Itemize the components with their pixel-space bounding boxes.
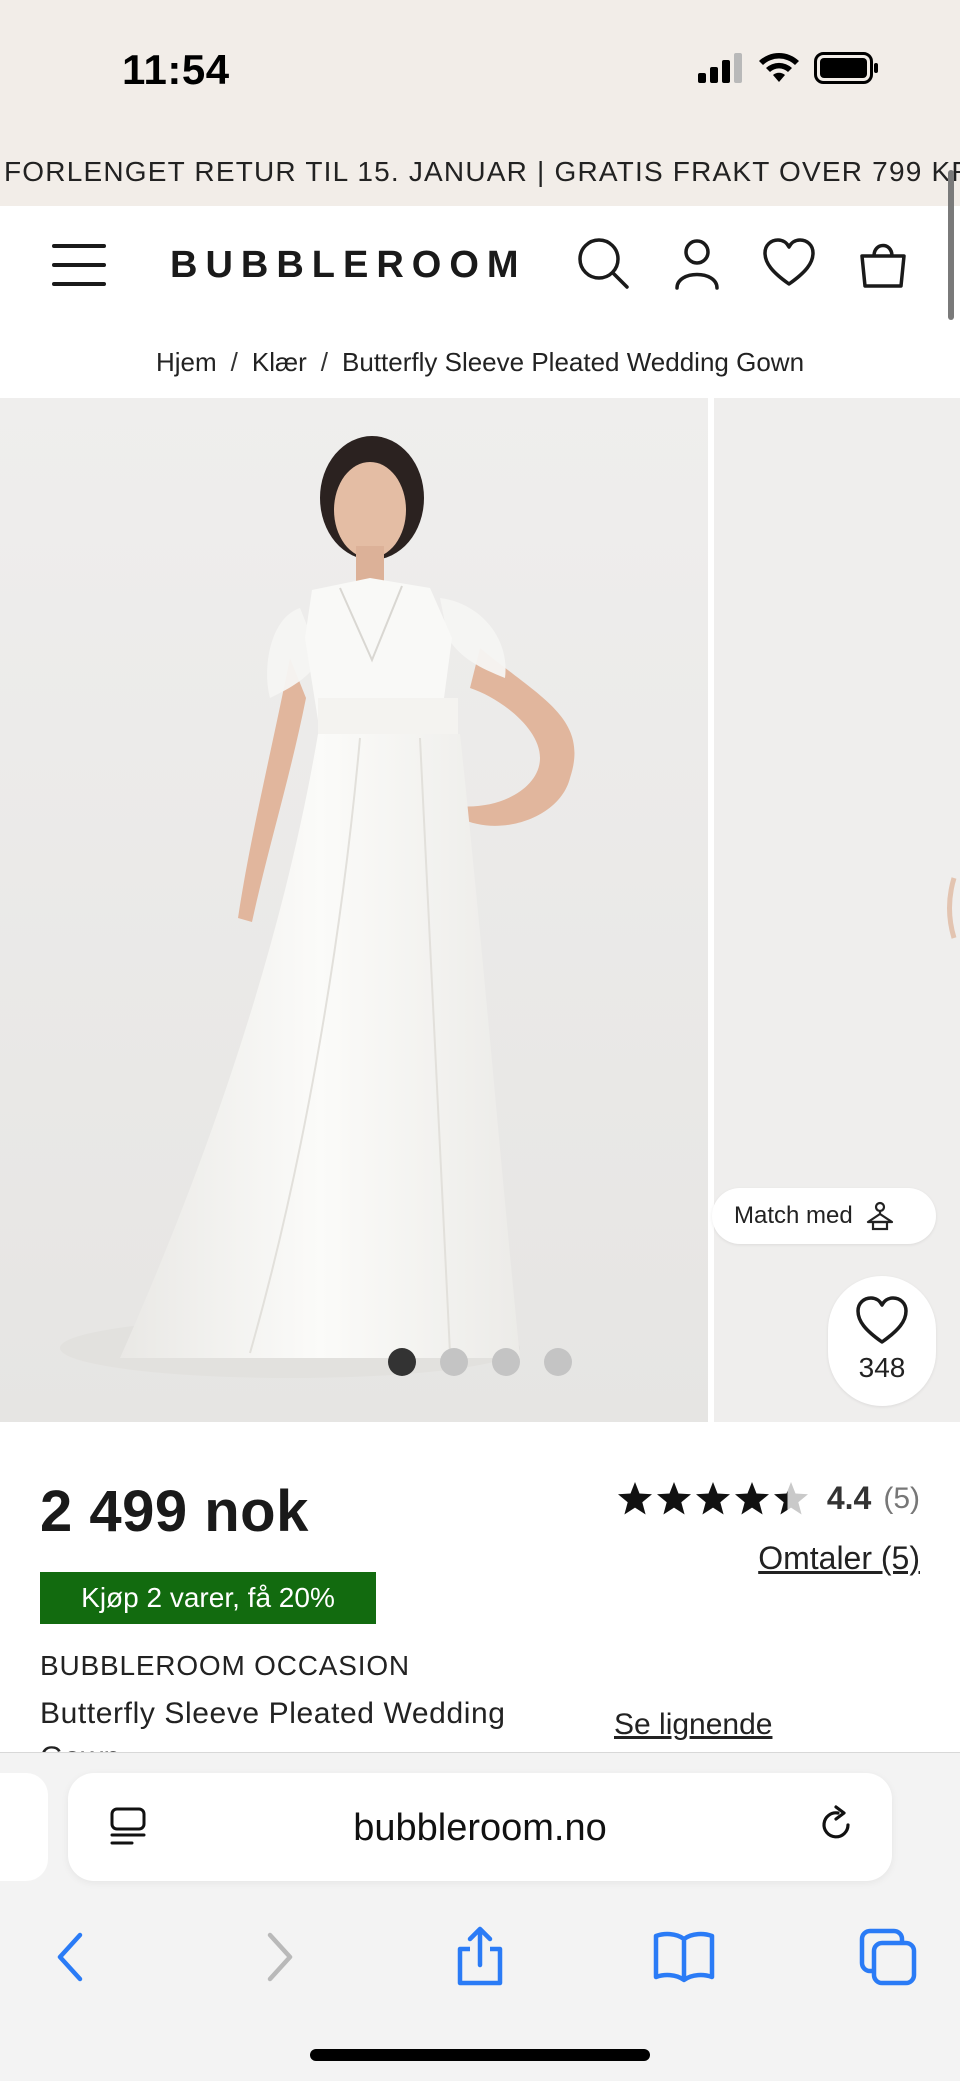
promo-banner-text: FORLENGET RETUR TIL 15. JANUAR | GRATIS … (4, 156, 960, 187)
bookmarks-icon[interactable] (652, 1925, 716, 1989)
tabs-icon[interactable] (856, 1925, 920, 1989)
rating-count: (5) (883, 1481, 920, 1515)
breadcrumb: Hjem / Klær / Butterfly Sleeve Pleated W… (0, 326, 960, 398)
see-similar-link[interactable]: Se lignende (614, 1708, 772, 1742)
product-price: 2 499 nok (40, 1479, 309, 1544)
address-bar[interactable]: bubbleroom.no (68, 1773, 892, 1881)
previous-tab-preview[interactable] (0, 1773, 48, 1881)
browser-toolbar: bubbleroom.no (0, 1752, 960, 2081)
back-icon[interactable] (40, 1925, 104, 1989)
breadcrumb-item-current: Butterfly Sleeve Pleated Wedding Gown (342, 346, 805, 377)
rating-value: 4.4 (826, 1480, 872, 1516)
reload-icon[interactable] (814, 1803, 858, 1847)
status-bar: 11:54 (0, 0, 960, 138)
hanger-icon (866, 1201, 893, 1231)
product-image-next[interactable] (714, 398, 960, 1422)
home-indicator (310, 2049, 650, 2061)
product-brand[interactable]: BUBBLEROOM OCCASION (40, 1650, 410, 1682)
gallery-dot-4[interactable] (544, 1348, 572, 1376)
product-image-gallery[interactable]: Match med 348 (0, 398, 960, 1422)
promo-badge[interactable]: Kjøp 2 varer, få 20% (40, 1572, 376, 1624)
gallery-pagination (388, 1348, 572, 1376)
scroll-indicator (948, 170, 954, 320)
favorite-button[interactable]: 348 (828, 1276, 936, 1406)
gallery-dot-2[interactable] (440, 1348, 468, 1376)
next-image-preview (714, 398, 960, 1422)
forward-icon[interactable] (246, 1925, 310, 1989)
breadcrumb-separator: / (230, 346, 238, 377)
star-rating-icon (617, 1481, 808, 1514)
promo-banner[interactable]: FORLENGET RETUR TIL 15. JANUAR | GRATIS … (0, 138, 960, 206)
share-icon[interactable] (448, 1925, 512, 1989)
product-image-main[interactable] (0, 398, 708, 1422)
status-time: 11:54 (122, 46, 230, 93)
gallery-dot-1[interactable] (388, 1348, 416, 1376)
heart-icon (856, 1296, 908, 1344)
status-icons (698, 52, 880, 84)
cellular-signal-icon (698, 53, 742, 83)
brand-logo[interactable]: BUBBLEROOM (170, 244, 527, 287)
shopping-bag-icon[interactable] (856, 236, 910, 290)
model-in-white-gown-image (0, 398, 708, 1422)
product-rating[interactable]: 4.4 (5) (617, 1480, 920, 1517)
wifi-icon (759, 53, 799, 82)
wishlist-heart-icon[interactable] (762, 236, 816, 290)
breadcrumb-item-home[interactable]: Hjem (156, 347, 217, 378)
gallery-dot-3[interactable] (492, 1348, 520, 1376)
menu-icon[interactable] (52, 242, 106, 288)
account-icon[interactable] (670, 236, 724, 290)
search-icon[interactable] (576, 236, 630, 290)
breadcrumb-separator: / (320, 346, 329, 377)
breadcrumb-item-clothes[interactable]: Klær (252, 347, 307, 378)
site-header: BUBBLEROOM (0, 206, 960, 326)
match-with-label: Match med (734, 1202, 853, 1229)
url-text: bubbleroom.no (353, 1807, 607, 1849)
product-info: 2 499 nok Kjøp 2 varer, få 20% BUBBLEROO… (0, 1422, 960, 1774)
reviews-link[interactable]: Omtaler (5) (758, 1540, 920, 1577)
battery-icon (814, 52, 878, 84)
favorite-count: 348 (858, 1352, 906, 1383)
browser-nav-row (0, 1913, 960, 2003)
match-with-button[interactable]: Match med (712, 1188, 936, 1244)
